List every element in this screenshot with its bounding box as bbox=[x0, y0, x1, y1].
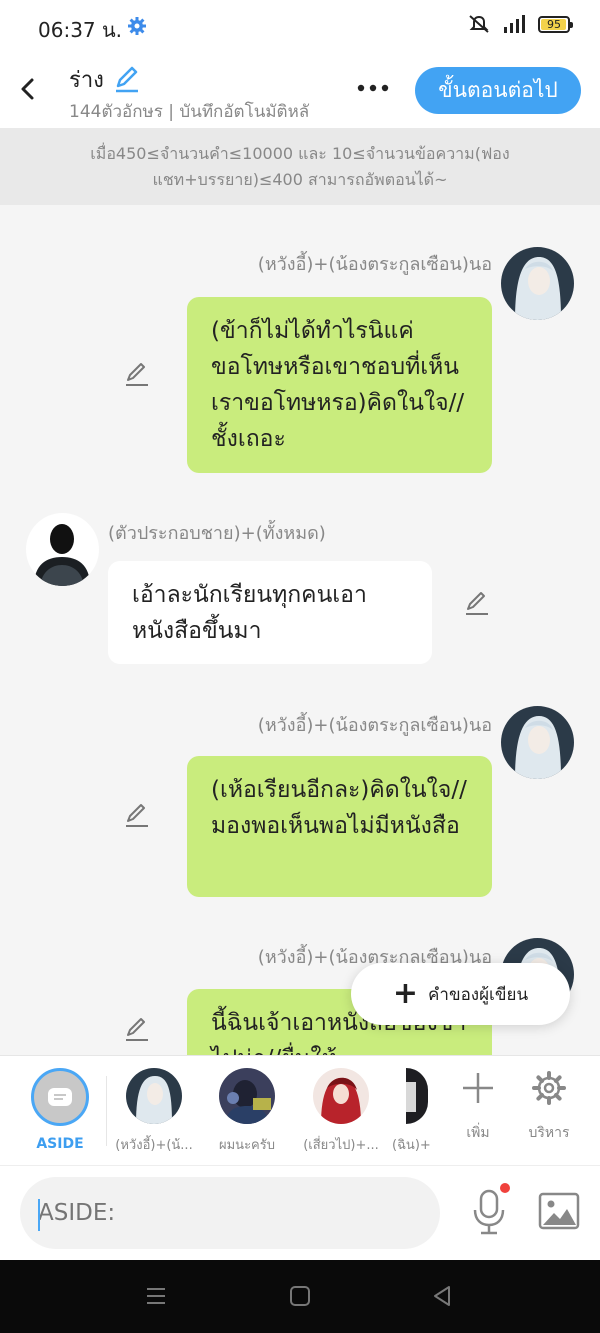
speaker-name: (หวังอี้)+(น้องตระกูลเซือน)นอ bbox=[257, 715, 492, 736]
edit-pencil-icon[interactable] bbox=[123, 1015, 151, 1043]
character-option[interactable]: (เสี่ยวไป)+... bbox=[299, 1068, 383, 1155]
editor-header: ร่าง 144ตัวอักษร | บันทึกอัตโนมัติหลั ขั… bbox=[0, 52, 600, 128]
edit-pencil-icon[interactable] bbox=[463, 589, 491, 617]
image-icon[interactable] bbox=[538, 1192, 580, 1230]
character-label: ASIDE bbox=[36, 1136, 84, 1152]
character-label: (เสี่ยวไป)+... bbox=[303, 1138, 379, 1153]
page-title: ร่าง bbox=[69, 68, 104, 93]
avatar-headphones bbox=[219, 1068, 275, 1124]
chat-area[interactable]: (หวังอี้)+(น้องตระกูลเซือน)นอ (ข้าก็ไม่ไ… bbox=[0, 205, 600, 1055]
divider bbox=[106, 1076, 107, 1146]
gear-icon bbox=[128, 17, 146, 35]
add-character-button[interactable]: เพิ่ม bbox=[456, 1070, 500, 1144]
character-aside[interactable]: ASIDE bbox=[29, 1068, 91, 1152]
add-label: เพิ่ม bbox=[466, 1125, 490, 1141]
avatar-white-hair[interactable] bbox=[501, 706, 574, 779]
home-icon[interactable] bbox=[288, 1284, 312, 1308]
battery-indicator: 95 bbox=[538, 15, 573, 33]
character-option[interactable]: (หวังอี้)+(น้... bbox=[113, 1068, 195, 1155]
compose-bar bbox=[0, 1165, 600, 1260]
character-label: (หวังอี้)+(น้... bbox=[115, 1138, 193, 1153]
speaker-name: (หวังอี้)+(น้องตระกูลเซือน)นอ bbox=[257, 254, 492, 275]
character-selector: ASIDE (หวังอี้)+(น้... ผมนะครับ (เสี่ยวไ… bbox=[0, 1055, 600, 1165]
avatar-silhouette-male[interactable] bbox=[26, 513, 99, 586]
author-note-label: คำของผู้เขียน bbox=[428, 984, 529, 1005]
message-bubble[interactable]: (เห้อเรียนอีกละ)คิดในใจ//มองพอเห็นพอไม่ม… bbox=[187, 756, 492, 897]
menu-icon[interactable] bbox=[144, 1284, 168, 1308]
aside-icon bbox=[31, 1068, 89, 1126]
avatar-dark bbox=[406, 1068, 428, 1124]
system-navigation-bar bbox=[0, 1260, 600, 1333]
character-option[interactable]: ผมนะครับ bbox=[209, 1068, 285, 1155]
manage-button[interactable]: บริหาร bbox=[524, 1070, 574, 1144]
avatar-red bbox=[313, 1068, 369, 1124]
text-caret bbox=[38, 1199, 40, 1231]
plus-icon: + bbox=[392, 976, 419, 1011]
back-arrow-icon[interactable] bbox=[14, 72, 42, 106]
edit-pencil-icon[interactable] bbox=[123, 360, 151, 388]
microphone-icon[interactable] bbox=[470, 1188, 508, 1236]
signal-icon bbox=[504, 15, 525, 33]
character-option[interactable]: (ฉิน)+ bbox=[392, 1068, 430, 1155]
gear-icon bbox=[532, 1071, 566, 1105]
character-label: (ฉิน)+ bbox=[392, 1138, 430, 1153]
message-bubble[interactable]: (ข้าก็ไม่ได้ทำไรนิแค่ขอโทษหรือเขาชอบที่เ… bbox=[187, 297, 492, 473]
speaker-name: (ตัวประกอบชาย)+(ทั้งหมด) bbox=[108, 523, 326, 544]
character-label: ผมนะครับ bbox=[219, 1138, 275, 1153]
next-step-button[interactable]: ขั้นตอนต่อไป bbox=[415, 67, 581, 114]
publish-requirement-notice: เมื่อ450≤จำนวนคำ≤10000 และ 10≤จำนวนข้อคว… bbox=[0, 128, 600, 205]
edit-title-pencil-icon[interactable] bbox=[112, 64, 142, 94]
mute-bell-icon bbox=[469, 15, 489, 33]
status-bar: 06:37 น. 95 bbox=[0, 0, 600, 52]
plus-icon bbox=[463, 1073, 493, 1103]
back-triangle-icon[interactable] bbox=[430, 1284, 454, 1308]
status-time: 06:37 น. bbox=[38, 18, 123, 42]
autosave-status: 144ตัวอักษร | บันทึกอัตโนมัติหลั bbox=[69, 102, 310, 122]
battery-level: 95 bbox=[547, 17, 561, 31]
recording-dot bbox=[500, 1183, 510, 1193]
avatar-white-hair[interactable] bbox=[501, 247, 574, 320]
message-input[interactable] bbox=[20, 1177, 440, 1249]
avatar-white-hair bbox=[126, 1068, 182, 1124]
manage-label: บริหาร bbox=[528, 1125, 570, 1141]
more-options-icon[interactable] bbox=[355, 78, 391, 98]
author-note-button[interactable]: + คำของผู้เขียน bbox=[351, 963, 570, 1025]
message-bubble[interactable]: เอ้าละนักเรียนทุกคนเอาหนังสือขึ้นมา bbox=[108, 561, 432, 664]
edit-pencil-icon[interactable] bbox=[123, 801, 151, 829]
